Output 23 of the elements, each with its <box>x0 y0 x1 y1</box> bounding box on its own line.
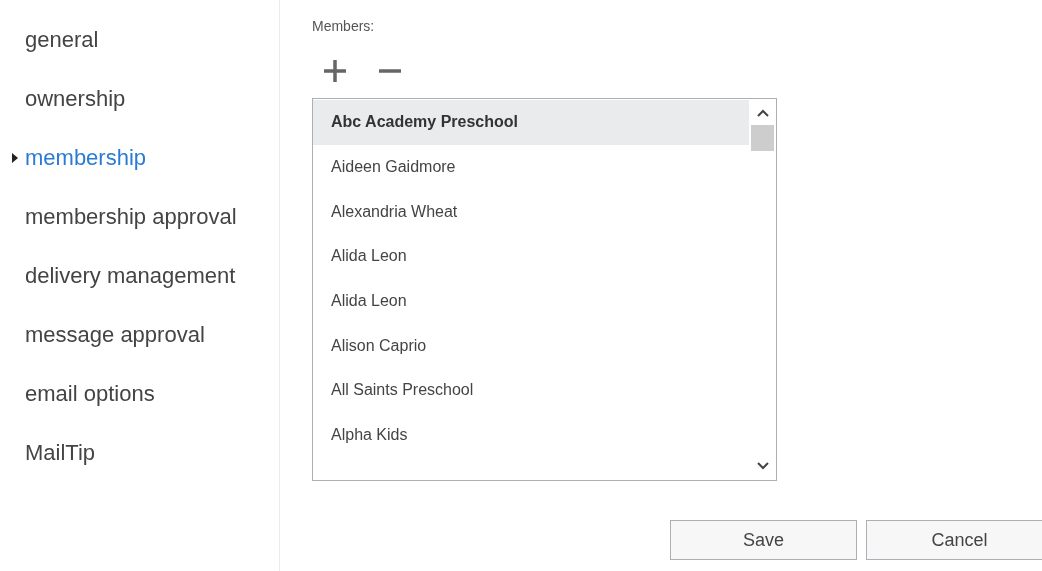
action-button[interactable]: Cancel <box>866 520 1042 560</box>
member-row[interactable]: Alison Caprio <box>313 323 749 369</box>
member-row[interactable]: Aideen Gaidmore <box>313 144 749 190</box>
member-row[interactable]: All Saints Preschool <box>313 368 749 413</box>
nav-link[interactable]: MailTip <box>25 436 96 469</box>
scroll-up-icon[interactable] <box>756 109 769 117</box>
nav-link[interactable]: email options <box>25 377 155 410</box>
nav-link[interactable]: general <box>25 23 99 56</box>
member-row[interactable]: Alexandria Wheat <box>313 189 749 235</box>
member-row[interactable]: Alida Leon <box>313 234 749 279</box>
scroll-down-icon[interactable] <box>756 462 769 470</box>
nav-link[interactable]: ownership <box>25 82 126 115</box>
members-label: Members: <box>312 17 375 36</box>
nav-link[interactable]: delivery management <box>25 259 236 292</box>
member-row[interactable]: Alida Leon <box>313 278 749 324</box>
add-icon[interactable] <box>322 58 348 84</box>
member-row[interactable]: Alpha Kids <box>313 412 749 458</box>
nav-link[interactable]: membership approval <box>25 200 237 233</box>
nav-link[interactable]: membership <box>25 141 147 174</box>
scroll-thumb[interactable] <box>751 125 774 151</box>
member-row[interactable]: Abc Academy Preschool <box>313 100 749 145</box>
nav-link[interactable]: message approval <box>25 318 205 351</box>
action-button[interactable]: Save <box>670 520 857 560</box>
